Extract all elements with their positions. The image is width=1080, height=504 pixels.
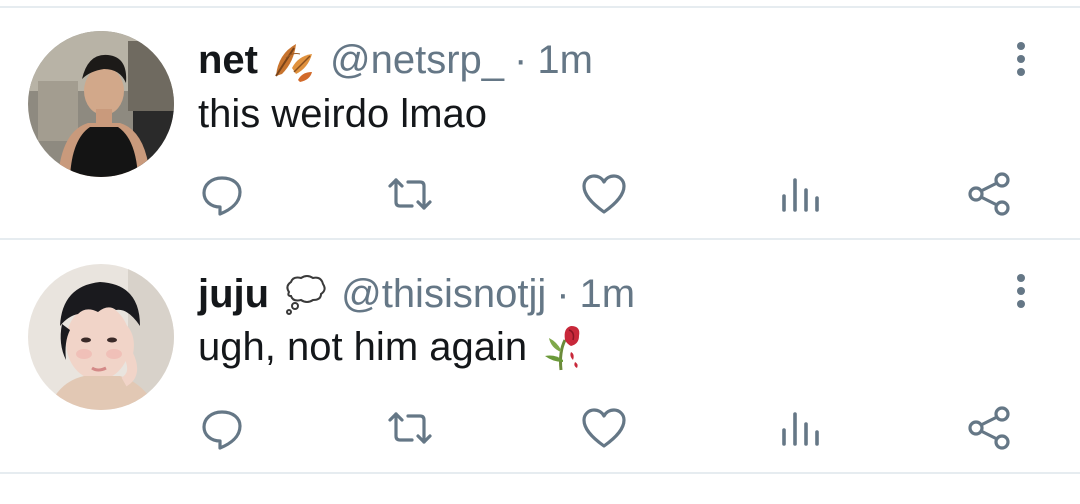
more-options-icon[interactable] (1008, 272, 1034, 312)
reply-icon[interactable] (198, 170, 246, 218)
wilted-flower-icon (541, 322, 583, 372)
timestamp[interactable]: 1m (580, 270, 636, 318)
analytics-icon[interactable] (776, 404, 824, 452)
more-options-icon[interactable] (1008, 40, 1034, 80)
share-icon[interactable] (966, 404, 1014, 452)
tweet-header: net @netsrp_ · 1m (198, 36, 593, 84)
display-name[interactable]: juju (198, 270, 269, 318)
tweet-item[interactable]: net @netsrp_ · 1m this weirdo lmao (0, 8, 1080, 240)
bottom-divider (0, 472, 1080, 474)
handle[interactable]: @thisisnotjj (341, 270, 546, 318)
share-icon[interactable] (966, 170, 1014, 218)
avatar[interactable] (28, 264, 174, 410)
reply-icon[interactable] (198, 404, 246, 452)
retweet-icon[interactable] (386, 404, 434, 452)
analytics-icon[interactable] (776, 170, 824, 218)
tweet-text: this weirdo lmao (198, 90, 487, 138)
like-icon[interactable] (580, 404, 628, 452)
tweet-text-content: this weirdo lmao (198, 92, 488, 136)
separator: · (556, 272, 570, 316)
retweet-icon[interactable] (386, 170, 434, 218)
tweet-header: juju @thisisnotjj · 1m (198, 270, 635, 318)
tweet-text-content: ugh, not him again (198, 325, 528, 369)
fallen-leaves-icon (272, 38, 316, 82)
display-name[interactable]: net (198, 36, 258, 84)
tweet-divider (0, 238, 1080, 240)
like-icon[interactable] (580, 170, 628, 218)
handle[interactable]: @netsrp_ (330, 36, 504, 84)
tweet-text: ugh, not him again (198, 322, 583, 372)
thought-balloon-icon (283, 272, 327, 316)
timestamp[interactable]: 1m (537, 36, 593, 84)
separator: · (514, 38, 528, 82)
tweet-item[interactable]: juju @thisisnotjj · 1m ugh, not him agai… (0, 242, 1080, 472)
avatar[interactable] (28, 31, 174, 177)
